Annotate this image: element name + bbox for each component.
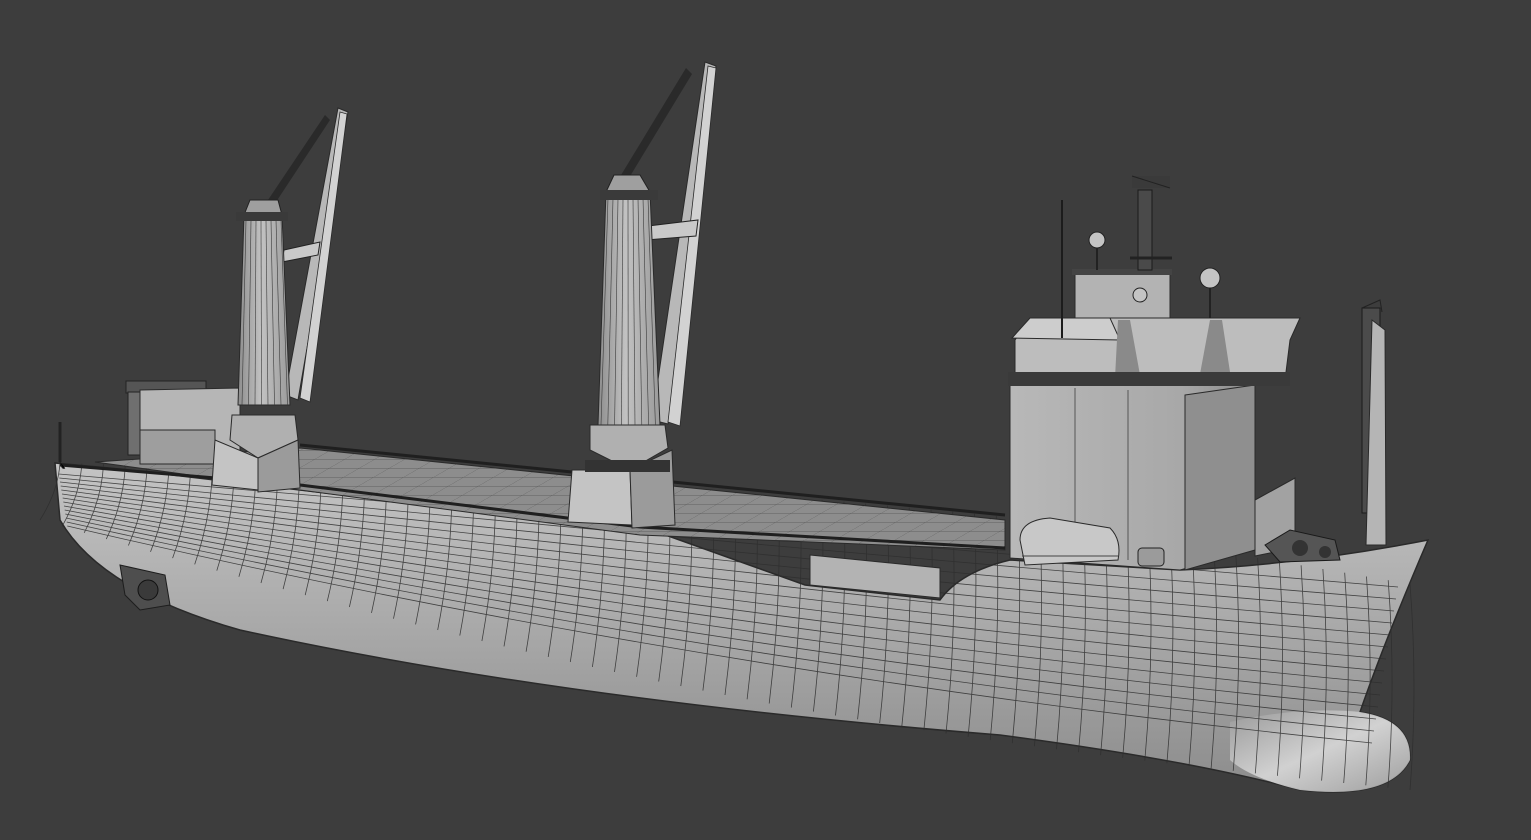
crane-forward (567, 61, 717, 529)
3d-viewport[interactable] (0, 0, 1531, 840)
crane-aft (211, 107, 349, 493)
superstructure (1008, 175, 1301, 571)
fore-mast (1361, 299, 1387, 546)
aft-deckhouse (58, 380, 241, 465)
radar-mast (1130, 175, 1172, 271)
